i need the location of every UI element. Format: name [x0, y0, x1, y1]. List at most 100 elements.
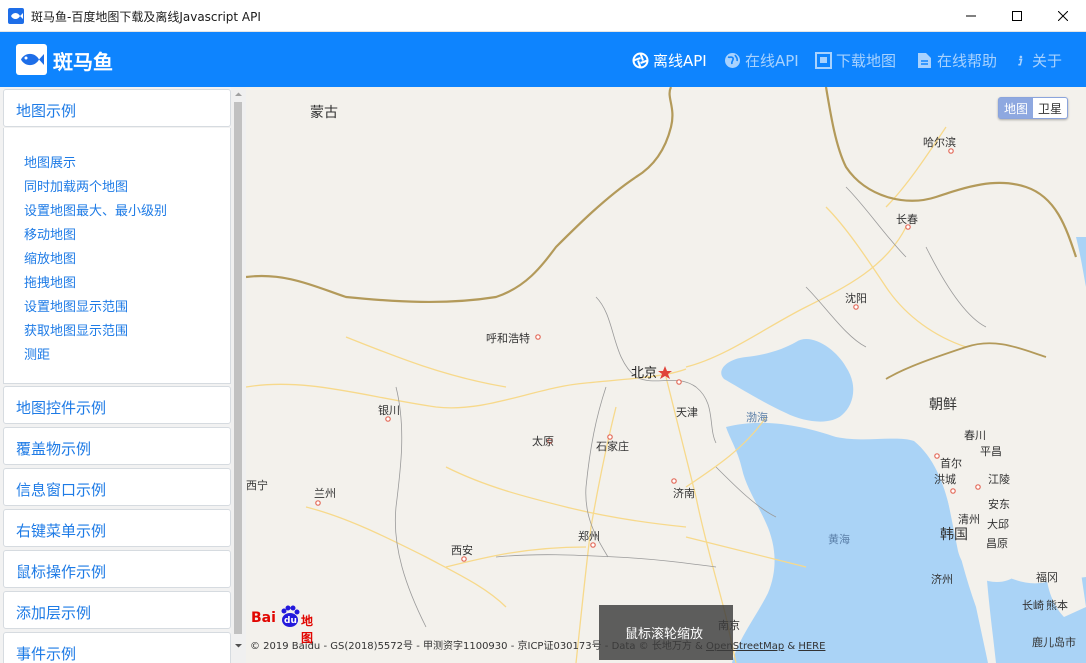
- baidu-logo-bai: Bai: [251, 610, 276, 626]
- label-gangneung: 江陵: [988, 473, 1010, 486]
- label-yellow-sea: 黄海: [828, 533, 850, 546]
- arrow-up-icon: [235, 92, 242, 96]
- section-label: 鼠标操作示例: [16, 563, 107, 581]
- link-move-map[interactable]: 移动地图: [24, 224, 76, 243]
- label-xian: 西安: [451, 544, 473, 557]
- section-contextmenu-examples[interactable]: 右键菜单示例: [3, 509, 231, 547]
- section-label: 覆盖物示例: [16, 440, 92, 458]
- scroll-down-button[interactable]: [231, 638, 246, 653]
- section-label: 地图示例: [16, 102, 77, 120]
- nav-offline-api[interactable]: 离线API: [632, 49, 707, 71]
- label-changwon: 昌原: [986, 537, 1008, 550]
- map-type-switch: 地图 卫星: [998, 97, 1069, 119]
- section-map-examples-body: 地图展示 同时加载两个地图 设置地图最大、最小级别 移动地图 缩放地图 拖拽地图…: [3, 128, 231, 384]
- zoom-tip-label: 鼠标滚轮缩放: [625, 627, 704, 642]
- label-nagasaki: 长崎: [1022, 599, 1044, 612]
- section-label: 事件示例: [16, 645, 77, 663]
- brand-name: 斑马鱼: [53, 50, 113, 74]
- minimize-button[interactable]: [948, 0, 994, 32]
- map-type-satellite-button[interactable]: 卫星: [1033, 98, 1067, 118]
- label-jeju: 济州: [931, 573, 953, 586]
- section-infowindow-examples[interactable]: 信息窗口示例: [3, 468, 231, 506]
- link-drag-map[interactable]: 拖拽地图: [24, 272, 76, 291]
- nav-online-api-label: 在线API: [745, 51, 799, 70]
- label-andong: 安东: [988, 498, 1010, 511]
- info-icon: [1018, 55, 1023, 65]
- link-set-bounds[interactable]: 设置地图显示范围: [24, 296, 128, 315]
- label-zhengzhou: 郑州: [578, 530, 600, 543]
- label-daegu: 大邱: [987, 518, 1009, 531]
- label-beijing: 北京: [631, 366, 658, 381]
- nav-download-map[interactable]: 下载地图: [815, 49, 896, 71]
- label-south-korea: 韩国: [940, 527, 968, 543]
- map-type-map-button[interactable]: 地图: [999, 98, 1034, 118]
- label-xining: 西宁: [246, 479, 268, 492]
- app-header: 斑马鱼 离线API 在线API 下载地图 在线帮助 关于: [0, 32, 1086, 87]
- fish-logo-icon: [16, 44, 47, 75]
- section-label: 信息窗口示例: [16, 481, 107, 499]
- label-pyeongchang: 平昌: [980, 445, 1002, 458]
- scroll-up-button[interactable]: [231, 87, 246, 102]
- baidu-logo[interactable]: Bai du 地图: [249, 602, 324, 645]
- section-label: 右键菜单示例: [16, 522, 107, 540]
- section-label: 添加层示例: [16, 604, 92, 622]
- link-zoom-levels[interactable]: 设置地图最大、最小级别: [24, 200, 167, 219]
- scrollbar-thumb[interactable]: [234, 102, 242, 634]
- section-overlay-examples[interactable]: 覆盖物示例: [3, 427, 231, 465]
- globe-icon: [725, 52, 740, 68]
- window-titlebar: 斑马鱼-百度地图下载及离线Javascript API: [0, 0, 1086, 32]
- label-changchun: 长春: [896, 213, 918, 226]
- nav-online-api[interactable]: 在线API: [724, 49, 799, 71]
- link-two-maps[interactable]: 同时加载两个地图: [24, 176, 128, 195]
- image-icon: [815, 51, 832, 69]
- section-label: 地图控件示例: [16, 399, 107, 417]
- section-map-examples[interactable]: 地图示例: [3, 89, 231, 127]
- nav-about-label: 关于: [1032, 51, 1063, 70]
- section-control-examples[interactable]: 地图控件示例: [3, 386, 231, 424]
- sidebar: 地图示例 地图展示 同时加载两个地图 设置地图最大、最小级别 移动地图 缩放地图…: [0, 87, 246, 663]
- label-kumamoto: 熊本: [1046, 599, 1068, 612]
- link-map-display[interactable]: 地图展示: [24, 152, 76, 171]
- link-measure-distance[interactable]: 测距: [24, 344, 50, 363]
- window-title: 斑马鱼-百度地图下载及离线Javascript API: [31, 10, 261, 24]
- app-icon: [8, 8, 24, 24]
- label-lanzhou: 兰州: [314, 487, 336, 500]
- sidebar-scrollbar[interactable]: [231, 87, 246, 663]
- label-jinan: 济南: [673, 487, 695, 500]
- aperture-icon: [632, 52, 649, 68]
- nav-online-help[interactable]: 在线帮助: [916, 49, 997, 71]
- link-get-bounds[interactable]: 获取地图显示范围: [24, 320, 128, 339]
- label-north-korea: 朝鲜: [929, 397, 957, 413]
- copyright-amp: &: [784, 641, 799, 652]
- label-harbin: 哈尔滨: [923, 136, 956, 149]
- close-icon: [1058, 11, 1068, 21]
- label-fukuoka: 福冈: [1036, 571, 1058, 584]
- link-zoom-map[interactable]: 缩放地图: [24, 248, 76, 267]
- label-seoul: 首尔: [940, 457, 962, 470]
- document-icon: [918, 52, 931, 68]
- label-yinchuan: 银川: [378, 404, 400, 417]
- baidu-logo-du: du: [284, 616, 297, 626]
- nav-about[interactable]: 关于: [1017, 49, 1062, 71]
- minimize-icon: [966, 15, 976, 17]
- label-shijiazhuang: 石家庄: [596, 440, 629, 453]
- label-chuncheon: 春川: [964, 429, 986, 442]
- label-bohai: 渤海: [746, 411, 768, 424]
- map-copyright: © 2019 Baidu - GS(2018)5572号 - 甲测资字11009…: [250, 637, 825, 652]
- section-event-examples[interactable]: 事件示例: [3, 632, 231, 663]
- label-hohhot: 呼和浩特: [486, 332, 530, 345]
- section-layer-examples[interactable]: 添加层示例: [3, 591, 231, 629]
- nav-online-help-label: 在线帮助: [937, 51, 998, 70]
- section-mouse-examples[interactable]: 鼠标操作示例: [3, 550, 231, 588]
- arrow-down-icon: [235, 644, 242, 648]
- label-taiyuan: 太原: [532, 435, 554, 448]
- map-canvas[interactable]: 蒙古 哈尔滨 长春 沈阳 呼和浩特 北京 天津 渤海 朝鲜 银川 太原 石家庄 …: [246, 87, 1086, 663]
- close-button[interactable]: [1040, 0, 1086, 32]
- nav-offline-api-label: 离线API: [653, 51, 707, 70]
- label-mongolia: 蒙古: [310, 105, 338, 121]
- label-shenyang: 沈阳: [845, 292, 867, 305]
- here-link[interactable]: HERE: [798, 641, 825, 652]
- label-tianjin: 天津: [676, 406, 698, 419]
- zoom-tip: 鼠标滚轮缩放: [599, 605, 733, 660]
- maximize-button[interactable]: [994, 0, 1040, 32]
